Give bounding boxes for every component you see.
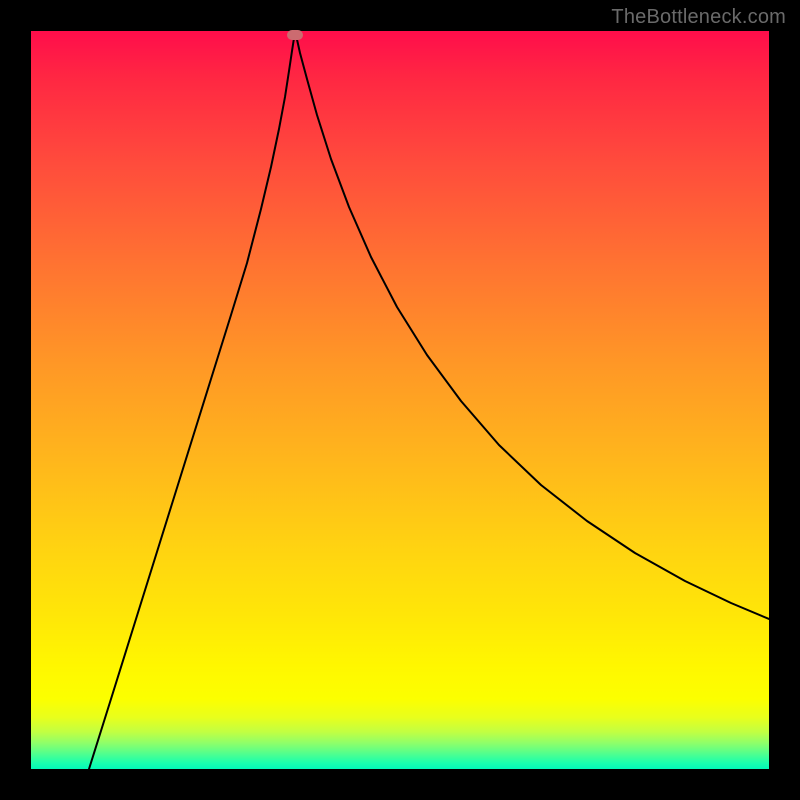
curve-left-branch xyxy=(89,35,295,769)
curve-right-branch xyxy=(296,35,769,619)
chart-frame: TheBottleneck.com xyxy=(0,0,800,800)
curve-svg xyxy=(31,31,769,769)
watermark-text: TheBottleneck.com xyxy=(611,6,786,29)
min-marker xyxy=(287,30,303,40)
plot-area xyxy=(31,31,769,769)
